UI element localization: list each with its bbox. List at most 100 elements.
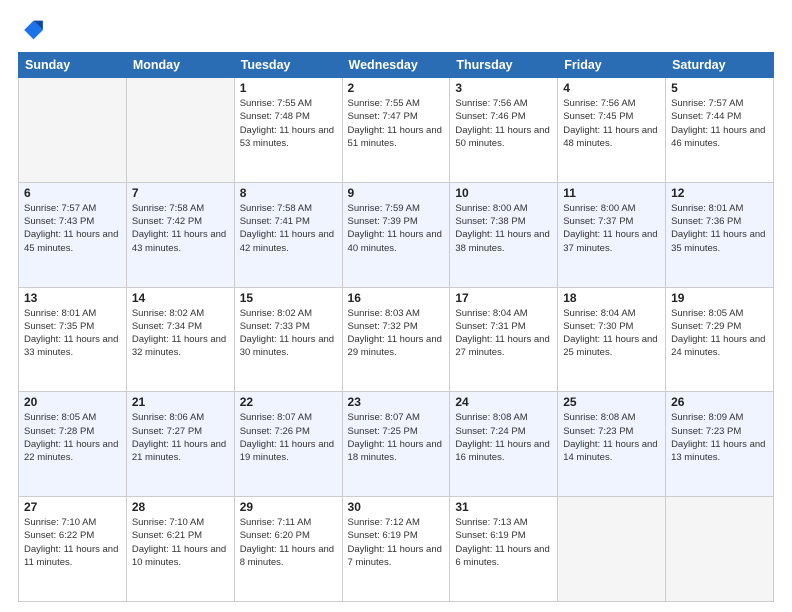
calendar-cell bbox=[126, 78, 234, 183]
logo bbox=[18, 16, 50, 44]
day-info: Sunrise: 8:03 AM Sunset: 7:32 PM Dayligh… bbox=[348, 307, 445, 360]
day-number: 4 bbox=[563, 81, 660, 95]
day-info: Sunrise: 8:02 AM Sunset: 7:34 PM Dayligh… bbox=[132, 307, 229, 360]
day-number: 22 bbox=[240, 395, 337, 409]
calendar-week-5: 27 Sunrise: 7:10 AM Sunset: 6:22 PM Dayli… bbox=[19, 497, 774, 602]
calendar-cell bbox=[19, 78, 127, 183]
day-info: Sunrise: 8:04 AM Sunset: 7:30 PM Dayligh… bbox=[563, 307, 660, 360]
day-number: 12 bbox=[671, 186, 768, 200]
calendar-cell: 10 Sunrise: 8:00 AM Sunset: 7:38 PM Dayli… bbox=[450, 182, 558, 287]
day-info: Sunrise: 8:06 AM Sunset: 7:27 PM Dayligh… bbox=[132, 411, 229, 464]
calendar-cell: 25Sunrise: 8:08 AM Sunset: 7:23 PM Dayli… bbox=[558, 392, 666, 497]
day-info: Sunrise: 7:11 AM Sunset: 6:20 PM Dayligh… bbox=[240, 516, 337, 569]
col-thursday: Thursday bbox=[450, 53, 558, 78]
calendar-cell: 6 Sunrise: 7:57 AM Sunset: 7:43 PM Daylig… bbox=[19, 182, 127, 287]
day-number: 24 bbox=[455, 395, 552, 409]
calendar-week-2: 6 Sunrise: 7:57 AM Sunset: 7:43 PM Daylig… bbox=[19, 182, 774, 287]
day-info: Sunrise: 7:57 AM Sunset: 7:44 PM Dayligh… bbox=[671, 97, 768, 150]
day-info: Sunrise: 7:55 AM Sunset: 7:47 PM Dayligh… bbox=[348, 97, 445, 150]
day-number: 6 bbox=[24, 186, 121, 200]
day-number: 10 bbox=[455, 186, 552, 200]
calendar-cell: 15 Sunrise: 8:02 AM Sunset: 7:33 PM Dayli… bbox=[234, 287, 342, 392]
day-number: 31 bbox=[455, 500, 552, 514]
calendar-cell: 7 Sunrise: 7:58 AM Sunset: 7:42 PM Daylig… bbox=[126, 182, 234, 287]
day-info: Sunrise: 8:00 AM Sunset: 7:38 PM Dayligh… bbox=[455, 202, 552, 255]
day-info: Sunrise: 8:01 AM Sunset: 7:35 PM Dayligh… bbox=[24, 307, 121, 360]
calendar-cell: 1 Sunrise: 7:55 AM Sunset: 7:48 PM Daylig… bbox=[234, 78, 342, 183]
day-info: Sunrise: 7:58 AM Sunset: 7:42 PM Dayligh… bbox=[132, 202, 229, 255]
col-friday: Friday bbox=[558, 53, 666, 78]
col-saturday: Saturday bbox=[666, 53, 774, 78]
calendar-cell: 31Sunrise: 7:13 AM Sunset: 6:19 PM Dayli… bbox=[450, 497, 558, 602]
day-number: 1 bbox=[240, 81, 337, 95]
day-number: 5 bbox=[671, 81, 768, 95]
day-info: Sunrise: 7:10 AM Sunset: 6:21 PM Dayligh… bbox=[132, 516, 229, 569]
day-number: 15 bbox=[240, 291, 337, 305]
calendar-cell bbox=[558, 497, 666, 602]
day-number: 19 bbox=[671, 291, 768, 305]
day-number: 27 bbox=[24, 500, 121, 514]
day-info: Sunrise: 8:08 AM Sunset: 7:24 PM Dayligh… bbox=[455, 411, 552, 464]
day-info: Sunrise: 8:05 AM Sunset: 7:28 PM Dayligh… bbox=[24, 411, 121, 464]
day-number: 17 bbox=[455, 291, 552, 305]
day-number: 18 bbox=[563, 291, 660, 305]
calendar-table: Sunday Monday Tuesday Wednesday Thursday… bbox=[18, 52, 774, 602]
col-monday: Monday bbox=[126, 53, 234, 78]
day-number: 14 bbox=[132, 291, 229, 305]
calendar-cell: 4Sunrise: 7:56 AM Sunset: 7:45 PM Daylig… bbox=[558, 78, 666, 183]
calendar-cell: 19 Sunrise: 8:05 AM Sunset: 7:29 PM Dayli… bbox=[666, 287, 774, 392]
day-number: 3 bbox=[455, 81, 552, 95]
day-number: 16 bbox=[348, 291, 445, 305]
page: Sunday Monday Tuesday Wednesday Thursday… bbox=[0, 0, 792, 612]
day-info: Sunrise: 8:02 AM Sunset: 7:33 PM Dayligh… bbox=[240, 307, 337, 360]
calendar-cell: 23 Sunrise: 8:07 AM Sunset: 7:25 PM Dayli… bbox=[342, 392, 450, 497]
day-info: Sunrise: 7:56 AM Sunset: 7:46 PM Dayligh… bbox=[455, 97, 552, 150]
calendar-week-1: 1 Sunrise: 7:55 AM Sunset: 7:48 PM Daylig… bbox=[19, 78, 774, 183]
calendar-cell: 12Sunrise: 8:01 AM Sunset: 7:36 PM Dayli… bbox=[666, 182, 774, 287]
calendar-header-row: Sunday Monday Tuesday Wednesday Thursday… bbox=[19, 53, 774, 78]
header bbox=[18, 16, 774, 44]
calendar-cell: 14 Sunrise: 8:02 AM Sunset: 7:34 PM Dayli… bbox=[126, 287, 234, 392]
calendar-cell: 17 Sunrise: 8:04 AM Sunset: 7:31 PM Dayli… bbox=[450, 287, 558, 392]
day-info: Sunrise: 7:55 AM Sunset: 7:48 PM Dayligh… bbox=[240, 97, 337, 150]
calendar-cell: 13 Sunrise: 8:01 AM Sunset: 7:35 PM Dayli… bbox=[19, 287, 127, 392]
calendar-cell: 30 Sunrise: 7:12 AM Sunset: 6:19 PM Dayli… bbox=[342, 497, 450, 602]
calendar-cell: 27 Sunrise: 7:10 AM Sunset: 6:22 PM Dayli… bbox=[19, 497, 127, 602]
calendar-week-3: 13 Sunrise: 8:01 AM Sunset: 7:35 PM Dayli… bbox=[19, 287, 774, 392]
calendar-cell: 5 Sunrise: 7:57 AM Sunset: 7:44 PM Daylig… bbox=[666, 78, 774, 183]
day-number: 2 bbox=[348, 81, 445, 95]
calendar-cell: 26Sunrise: 8:09 AM Sunset: 7:23 PM Dayli… bbox=[666, 392, 774, 497]
day-number: 30 bbox=[348, 500, 445, 514]
day-info: Sunrise: 8:05 AM Sunset: 7:29 PM Dayligh… bbox=[671, 307, 768, 360]
day-info: Sunrise: 7:12 AM Sunset: 6:19 PM Dayligh… bbox=[348, 516, 445, 569]
col-wednesday: Wednesday bbox=[342, 53, 450, 78]
day-info: Sunrise: 7:57 AM Sunset: 7:43 PM Dayligh… bbox=[24, 202, 121, 255]
day-number: 29 bbox=[240, 500, 337, 514]
day-number: 23 bbox=[348, 395, 445, 409]
day-number: 9 bbox=[348, 186, 445, 200]
calendar-cell: 20Sunrise: 8:05 AM Sunset: 7:28 PM Dayli… bbox=[19, 392, 127, 497]
day-info: Sunrise: 7:59 AM Sunset: 7:39 PM Dayligh… bbox=[348, 202, 445, 255]
calendar-week-4: 20Sunrise: 8:05 AM Sunset: 7:28 PM Dayli… bbox=[19, 392, 774, 497]
calendar-cell: 21Sunrise: 8:06 AM Sunset: 7:27 PM Dayli… bbox=[126, 392, 234, 497]
day-number: 13 bbox=[24, 291, 121, 305]
day-info: Sunrise: 7:10 AM Sunset: 6:22 PM Dayligh… bbox=[24, 516, 121, 569]
day-info: Sunrise: 7:58 AM Sunset: 7:41 PM Dayligh… bbox=[240, 202, 337, 255]
day-info: Sunrise: 8:07 AM Sunset: 7:25 PM Dayligh… bbox=[348, 411, 445, 464]
logo-icon bbox=[18, 16, 46, 44]
calendar-cell: 28 Sunrise: 7:10 AM Sunset: 6:21 PM Dayli… bbox=[126, 497, 234, 602]
day-info: Sunrise: 8:07 AM Sunset: 7:26 PM Dayligh… bbox=[240, 411, 337, 464]
col-tuesday: Tuesday bbox=[234, 53, 342, 78]
calendar-cell: 3 Sunrise: 7:56 AM Sunset: 7:46 PM Daylig… bbox=[450, 78, 558, 183]
day-number: 11 bbox=[563, 186, 660, 200]
calendar-cell: 8 Sunrise: 7:58 AM Sunset: 7:41 PM Daylig… bbox=[234, 182, 342, 287]
day-number: 8 bbox=[240, 186, 337, 200]
calendar-cell: 24 Sunrise: 8:08 AM Sunset: 7:24 PM Dayli… bbox=[450, 392, 558, 497]
calendar-cell bbox=[666, 497, 774, 602]
day-info: Sunrise: 8:08 AM Sunset: 7:23 PM Dayligh… bbox=[563, 411, 660, 464]
day-number: 28 bbox=[132, 500, 229, 514]
day-number: 7 bbox=[132, 186, 229, 200]
day-info: Sunrise: 8:04 AM Sunset: 7:31 PM Dayligh… bbox=[455, 307, 552, 360]
day-info: Sunrise: 8:00 AM Sunset: 7:37 PM Dayligh… bbox=[563, 202, 660, 255]
calendar-cell: 22 Sunrise: 8:07 AM Sunset: 7:26 PM Dayli… bbox=[234, 392, 342, 497]
